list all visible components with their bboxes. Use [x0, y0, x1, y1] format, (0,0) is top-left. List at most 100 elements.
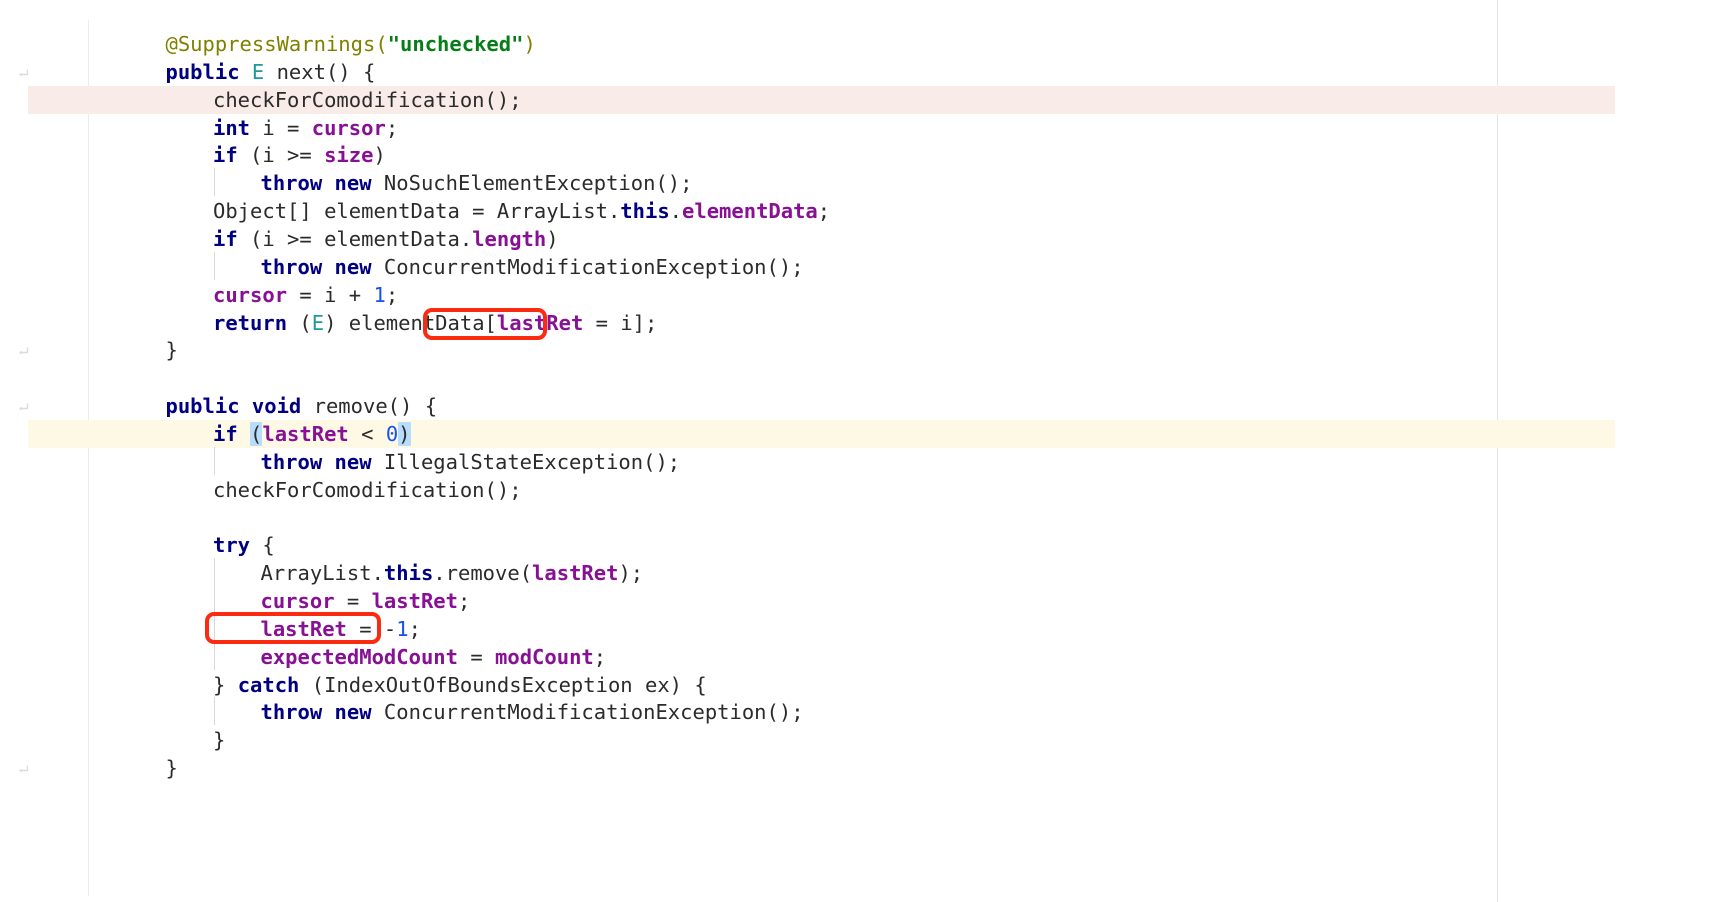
code-token: expectedModCount	[260, 644, 458, 669]
code-token: 1	[396, 616, 409, 641]
code-token: @SuppressWarnings(	[165, 32, 388, 56]
code-fold-toggle-icon[interactable]	[17, 763, 29, 775]
code-line-text[interactable]: if (i >= elementData.length)	[213, 226, 559, 254]
code-line[interactable]: throw new IllegalStateException();	[0, 449, 1720, 477]
code-line[interactable]	[0, 504, 1720, 532]
code-token: throw new	[260, 171, 384, 196]
code-token: =	[334, 589, 372, 613]
code-token: IllegalStateException();	[383, 449, 681, 474]
code-line[interactable]: try {	[0, 532, 1720, 560]
code-line-text[interactable]: public void remove() {	[166, 393, 438, 421]
code-line[interactable]: }	[0, 755, 1720, 783]
code-token: }	[213, 728, 226, 753]
code-line[interactable]: throw new NoSuchElementException();	[0, 170, 1720, 198]
code-token: if	[213, 143, 238, 168]
code-line[interactable]: if (i >= size)	[0, 142, 1720, 170]
code-token: catch	[237, 672, 300, 697]
code-token: return	[213, 310, 288, 335]
code-line-text[interactable]: if (lastRet < 0)	[213, 421, 411, 449]
code-token: 0	[385, 421, 399, 446]
code-token: 1	[373, 282, 386, 307]
code-line-text[interactable]: }	[166, 755, 178, 783]
code-token: cursor	[213, 282, 288, 307]
code-line-text[interactable]: lastRet = -1;	[261, 616, 421, 644]
code-line[interactable]: expectedModCount = modCount;	[0, 644, 1720, 672]
code-line-text[interactable]: }	[166, 337, 178, 365]
code-line[interactable]: Object[] elementData = ArrayList.this.el…	[0, 198, 1720, 226]
code-token: .remove(	[433, 561, 533, 586]
code-line-text[interactable]: @SuppressWarnings("unchecked")	[166, 31, 536, 59]
code-token: (i >=	[237, 143, 325, 168]
code-editor[interactable]: @SuppressWarnings("unchecked") public E n…	[0, 0, 1720, 902]
code-token: )	[373, 143, 386, 168]
code-token: NoSuchElementException();	[383, 171, 693, 196]
code-line[interactable]: }	[0, 727, 1720, 755]
code-text-layer[interactable]: @SuppressWarnings("unchecked") public E n…	[0, 0, 1720, 902]
code-fold-toggle-icon[interactable]	[17, 345, 29, 357]
code-fold-toggle-icon[interactable]	[17, 67, 29, 79]
code-line-text[interactable]: ArrayList.this.remove(lastRet);	[261, 560, 644, 588]
code-line[interactable]: throw new ConcurrentModificationExceptio…	[0, 699, 1720, 727]
code-line[interactable]: return (E) elementData[lastRet = i];	[0, 310, 1720, 338]
code-line[interactable]: checkForComodification();	[0, 477, 1720, 505]
code-line-text[interactable]: if (i >= size)	[213, 142, 386, 170]
code-token: modCount	[495, 644, 594, 669]
code-token: = -	[346, 616, 397, 641]
code-token: (	[250, 421, 263, 446]
code-line[interactable]: lastRet = -1;	[0, 616, 1720, 644]
code-line-text[interactable]: checkForComodification();	[213, 477, 522, 505]
code-token: )	[523, 32, 536, 56]
code-token: (IndexOutOfBoundsException ex) {	[299, 672, 707, 697]
code-token: }	[165, 756, 178, 781]
code-line[interactable]: @SuppressWarnings("unchecked")	[0, 31, 1720, 59]
code-line-text[interactable]: Object[] elementData = ArrayList.this.el…	[213, 198, 830, 226]
code-line-text[interactable]: try {	[213, 532, 275, 560]
code-line[interactable]: }	[0, 337, 1720, 365]
code-line-text[interactable]: } catch (IndexOutOfBoundsException ex) {	[213, 672, 707, 700]
code-token: (i >= elementData.	[237, 226, 473, 251]
code-fold-toggle-icon[interactable]	[17, 401, 29, 413]
code-token: = i +	[287, 282, 374, 307]
code-token: (	[287, 310, 312, 335]
code-line-text[interactable]: throw new ConcurrentModificationExceptio…	[261, 254, 804, 282]
code-line-text[interactable]: }	[213, 727, 225, 755]
code-line-text[interactable]: return (E) elementData[lastRet = i];	[213, 310, 657, 338]
code-token: ;	[385, 282, 399, 307]
code-token: lastRet	[496, 310, 584, 335]
code-token: elementData	[682, 199, 818, 224]
code-token: )	[546, 226, 559, 251]
code-line[interactable]: throw new ConcurrentModificationExceptio…	[0, 254, 1720, 282]
code-token: try	[213, 533, 251, 558]
code-token: ) elementData[	[324, 310, 497, 335]
code-token: next() {	[264, 59, 376, 84]
code-line-text[interactable]: throw new IllegalStateException();	[261, 449, 681, 477]
code-line[interactable]: if (lastRet < 0)	[0, 421, 1720, 449]
code-line-text[interactable]: int i = cursor;	[213, 115, 398, 143]
code-line[interactable]: cursor = i + 1;	[0, 282, 1720, 310]
code-token: ;	[385, 115, 399, 140]
code-token: public	[165, 59, 252, 84]
code-line-text[interactable]: checkForComodification();	[213, 87, 522, 115]
code-line[interactable]: cursor = lastRet;	[0, 588, 1720, 616]
code-line-text[interactable]: public E next() {	[166, 59, 376, 87]
code-line[interactable]	[0, 365, 1720, 393]
code-line-text[interactable]: throw new ConcurrentModificationExceptio…	[261, 699, 804, 727]
code-line-text[interactable]: expectedModCount = modCount;	[261, 644, 607, 672]
code-line[interactable]: } catch (IndexOutOfBoundsException ex) {	[0, 672, 1720, 700]
code-line-text[interactable]: cursor = i + 1;	[213, 282, 398, 310]
code-line[interactable]: if (i >= elementData.length)	[0, 226, 1720, 254]
code-line[interactable]: int i = cursor;	[0, 115, 1720, 143]
code-line[interactable]: public void remove() {	[0, 393, 1720, 421]
code-line[interactable]: public E next() {	[0, 59, 1720, 87]
code-line-text[interactable]: throw new NoSuchElementException();	[261, 170, 693, 198]
code-token: size	[324, 143, 374, 168]
code-token: if	[213, 421, 238, 446]
code-line-text[interactable]: cursor = lastRet;	[261, 588, 471, 616]
code-line[interactable]: ArrayList.this.remove(lastRet);	[0, 560, 1720, 588]
code-token: E	[311, 310, 325, 335]
code-token: lastRet	[262, 421, 349, 446]
code-token: ;	[593, 644, 607, 669]
code-token: lastRet	[371, 589, 458, 613]
code-line[interactable]: checkForComodification();	[0, 87, 1720, 115]
